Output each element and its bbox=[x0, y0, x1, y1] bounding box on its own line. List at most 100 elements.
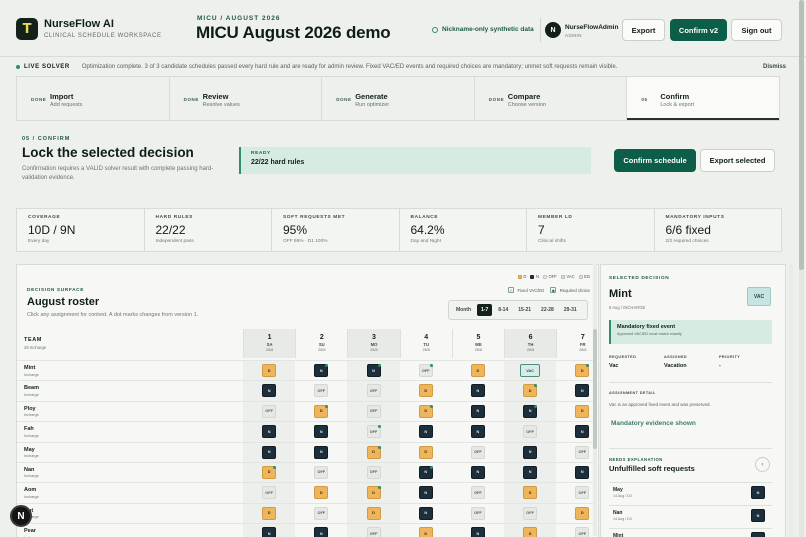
assignment-cell[interactable]: OFF bbox=[523, 506, 538, 520]
assignment-cell[interactable]: OFF bbox=[262, 404, 277, 418]
assignment-cell[interactable]: N bbox=[314, 364, 329, 377]
page-scroll-thumb[interactable] bbox=[799, 0, 804, 270]
soft-request-shift[interactable]: N bbox=[751, 532, 765, 537]
assignment-cell[interactable]: D bbox=[366, 445, 381, 459]
assignment-cell[interactable]: OFF bbox=[366, 527, 381, 537]
collapse-chevron-icon[interactable]: ‹ bbox=[755, 457, 770, 472]
soft-request-shift[interactable]: N bbox=[751, 509, 765, 522]
assignment-cell[interactable]: N bbox=[314, 445, 329, 459]
side-scrollbar[interactable] bbox=[789, 264, 793, 536]
export-selected-button[interactable]: Export selected bbox=[700, 149, 775, 172]
assignment-cell[interactable]: OFF bbox=[523, 425, 538, 439]
assignment-cell[interactable]: OFF bbox=[366, 465, 381, 479]
assistant-badge[interactable]: N bbox=[10, 505, 32, 527]
confirm-schedule-button[interactable]: Confirm schedule bbox=[614, 149, 696, 172]
assignment-cell[interactable]: N bbox=[418, 486, 433, 500]
assignment-cell[interactable]: N bbox=[470, 384, 485, 398]
assignment-cell[interactable]: N bbox=[262, 527, 277, 537]
assignment-cell[interactable]: D bbox=[314, 404, 329, 418]
assignment-cell[interactable]: OFF bbox=[366, 425, 381, 439]
assignment-cell[interactable]: N bbox=[523, 445, 538, 459]
assignment-cell[interactable]: OFF bbox=[314, 506, 329, 520]
step-import[interactable]: Done Import Add requests bbox=[17, 77, 170, 120]
soft-request-item[interactable]: Nan 14 Aug / D3 N bbox=[609, 505, 772, 525]
week-tab-22-28[interactable]: 22-28 bbox=[537, 304, 558, 316]
section-description: Confirmation requires a VALID solver res… bbox=[22, 166, 214, 181]
assignment-cell[interactable]: D bbox=[262, 506, 277, 520]
roster-scrollbar[interactable] bbox=[593, 264, 597, 536]
assignment-cell[interactable]: D bbox=[314, 486, 329, 500]
assignment-cell[interactable]: N bbox=[470, 425, 485, 439]
step-compare[interactable]: Done Compare Choose version bbox=[475, 77, 628, 120]
assignment-cell[interactable]: OFF bbox=[575, 486, 590, 500]
dismiss-button[interactable]: Dismiss bbox=[763, 64, 786, 70]
assignment-cell[interactable]: N bbox=[523, 465, 538, 479]
step-generate[interactable]: Done Generate Run optimizer bbox=[322, 77, 475, 120]
assignment-cell[interactable]: D bbox=[418, 404, 433, 418]
step-confirm[interactable]: 05 Confirm Lock & export bbox=[627, 77, 779, 120]
week-tab-1-7[interactable]: 1-7 bbox=[477, 304, 493, 316]
brand-subtitle: Clinical schedule workspace bbox=[44, 33, 162, 39]
mandatory-evidence-link[interactable]: Mandatory evidence shown bbox=[611, 420, 696, 427]
week-tab-month[interactable]: Month bbox=[452, 304, 475, 316]
soft-request-shift[interactable]: N bbox=[751, 486, 765, 499]
assignment-cell[interactable]: N bbox=[366, 364, 381, 377]
assignment-cell[interactable]: N bbox=[470, 527, 485, 537]
step-review[interactable]: Done Review Resolve values bbox=[170, 77, 323, 120]
week-tab-8-14[interactable]: 8-14 bbox=[494, 304, 512, 316]
user-name: NurseFlowAdmin bbox=[565, 24, 619, 31]
assignment-cell[interactable]: N bbox=[262, 445, 277, 459]
assignment-cell[interactable]: D bbox=[366, 486, 381, 500]
assignment-cell[interactable]: D bbox=[418, 445, 433, 459]
assignment-cell[interactable]: N bbox=[575, 384, 590, 398]
assignment-cell[interactable]: OFF bbox=[470, 506, 485, 520]
assignment-cell[interactable]: D bbox=[366, 506, 381, 520]
assignment-cell[interactable]: OFF bbox=[366, 384, 381, 398]
soft-request-item[interactable]: May 14 Aug / D3 N bbox=[609, 482, 772, 502]
assignment-cell[interactable]: D bbox=[523, 486, 538, 500]
assignment-cell[interactable]: OFF bbox=[262, 486, 277, 500]
assignment-cell[interactable]: OFF bbox=[575, 445, 590, 459]
assignment-cell[interactable]: N bbox=[314, 527, 329, 537]
assignment-cell[interactable]: N bbox=[523, 404, 538, 418]
assignment-cell[interactable]: N bbox=[314, 425, 329, 439]
assignment-cell[interactable]: OFF bbox=[314, 384, 329, 398]
avatar[interactable]: N bbox=[545, 22, 561, 38]
week-tab-15-21[interactable]: 15-21 bbox=[514, 304, 535, 316]
assignment-cell[interactable]: D bbox=[575, 506, 590, 520]
assignment-cell[interactable]: D bbox=[262, 465, 277, 479]
assignment-cell[interactable]: D bbox=[523, 384, 538, 398]
assignment-cell[interactable]: D bbox=[523, 527, 538, 537]
assignment-cell[interactable]: OFF bbox=[470, 486, 485, 500]
assignment-cell[interactable]: D bbox=[418, 384, 433, 398]
assignment-cell[interactable]: N bbox=[418, 425, 433, 439]
roster-title: August roster bbox=[27, 296, 100, 308]
roster-scroll-thumb[interactable] bbox=[593, 329, 597, 449]
assignment-cell[interactable]: N bbox=[262, 384, 277, 398]
week-tab-29-31[interactable]: 29-31 bbox=[560, 304, 581, 316]
legend-label: VAC bbox=[566, 274, 575, 279]
assignment-cell[interactable]: D bbox=[418, 527, 433, 537]
assignment-cell[interactable]: N bbox=[418, 506, 433, 520]
assignment-cell[interactable]: N bbox=[575, 425, 590, 439]
assignment-cell[interactable]: OFF bbox=[314, 465, 329, 479]
export-button[interactable]: Export bbox=[622, 19, 665, 41]
assignment-cell[interactable]: D bbox=[575, 364, 590, 377]
assignment-cell[interactable]: OFF bbox=[418, 364, 433, 377]
sign-out-button[interactable]: Sign out bbox=[731, 19, 782, 41]
assignment-cell[interactable]: VAC bbox=[520, 364, 541, 377]
assignment-cell[interactable]: N bbox=[575, 465, 590, 479]
soft-request-item[interactable]: Mint14 Aug / D3N bbox=[609, 528, 772, 537]
assignment-cell[interactable]: N bbox=[418, 465, 433, 479]
assignment-cell[interactable]: OFF bbox=[470, 445, 485, 459]
confirm-v2-button[interactable]: Confirm v2 bbox=[670, 19, 727, 41]
assignment-cell[interactable]: D bbox=[470, 364, 485, 377]
page-scrollbar[interactable] bbox=[799, 0, 804, 537]
assignment-cell[interactable]: N bbox=[470, 404, 485, 418]
assignment-cell[interactable]: D bbox=[575, 404, 590, 418]
assignment-cell[interactable]: N bbox=[262, 425, 277, 439]
assignment-cell[interactable]: OFF bbox=[575, 527, 590, 537]
assignment-cell[interactable]: N bbox=[470, 465, 485, 479]
assignment-cell[interactable]: D bbox=[262, 364, 277, 377]
assignment-cell[interactable]: OFF bbox=[366, 404, 381, 418]
